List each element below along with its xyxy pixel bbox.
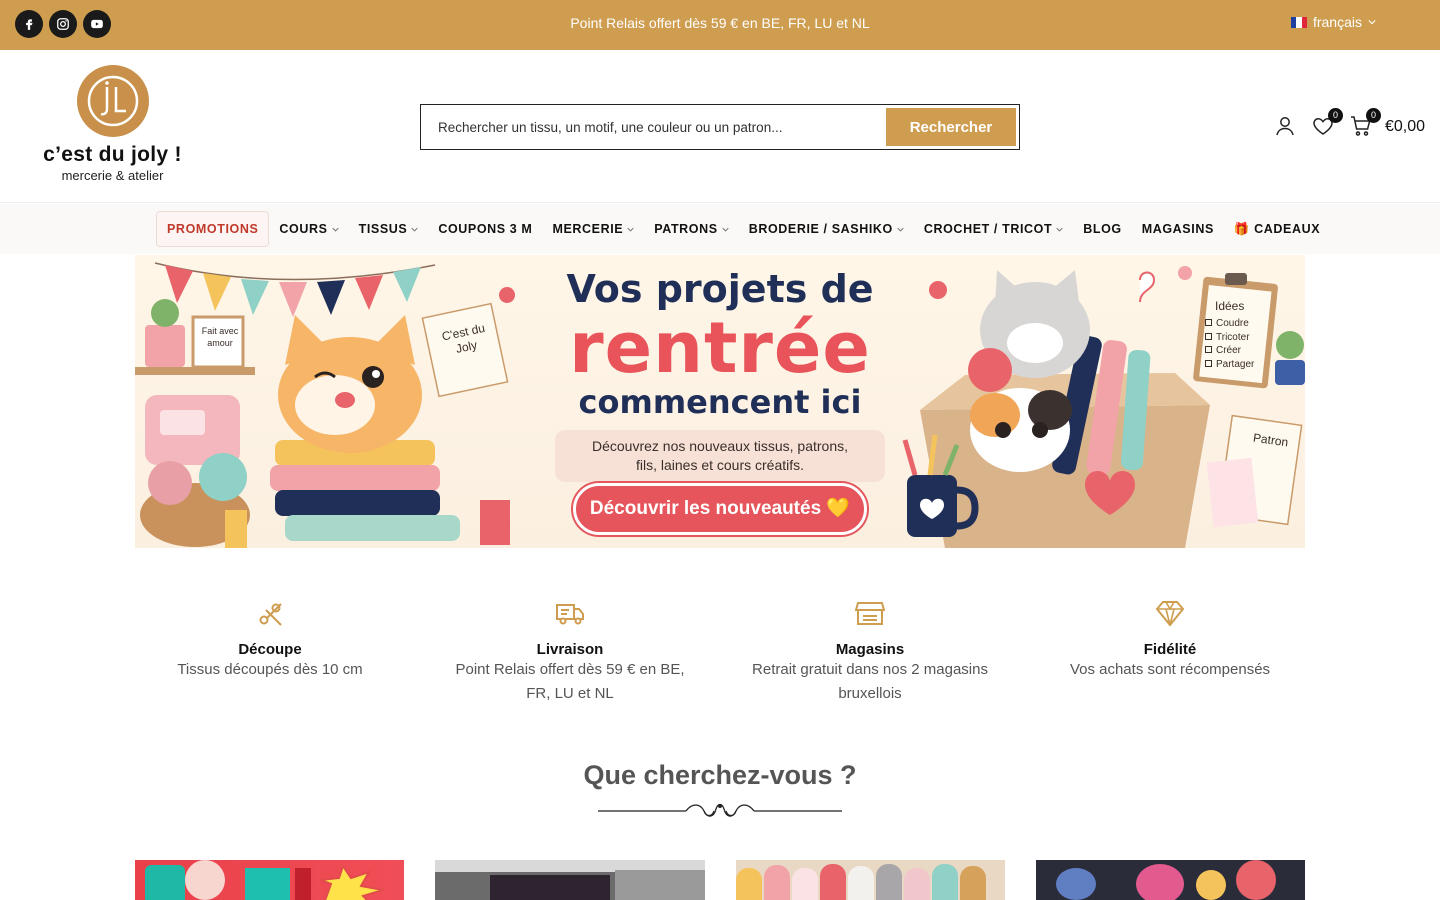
- nav-item-blog[interactable]: BLOG: [1073, 211, 1132, 247]
- announcement-text: Point Relais offert dès 59 € en BE, FR, …: [570, 15, 870, 31]
- feature-description: Retrait gratuit dans nos 2 magasins brux…: [752, 661, 988, 702]
- nav-item-label: TISSUS: [358, 222, 408, 236]
- category-tiles: [135, 860, 1305, 900]
- truck-icon: [556, 604, 584, 625]
- feature-scissors: Découpe Tissus découpés dès 10 cm: [120, 598, 420, 706]
- french-flag-icon: [1290, 16, 1307, 28]
- nav-item-crochet-tricot[interactable]: CROCHET / TRICOT: [914, 211, 1073, 247]
- clipboard-title: Idées: [1215, 299, 1245, 313]
- banner-title-line1: Vos projets de: [566, 267, 874, 311]
- nav-item-magasins[interactable]: MAGASINS: [1132, 211, 1224, 247]
- nav-item-patrons[interactable]: PATRONS: [644, 211, 738, 247]
- cart-total[interactable]: €0,00: [1385, 118, 1425, 136]
- brand-name: c’est du joly !: [43, 143, 182, 166]
- feature-description: Point Relais offert dès 59 € en BE, FR, …: [455, 661, 685, 702]
- section-title: Que cherchez-vous ?: [583, 760, 857, 790]
- chevron-down-icon: [1056, 227, 1063, 232]
- site-header: c’est du joly ! mercerie & atelier Reche…: [0, 50, 1440, 203]
- header-actions: 0 0 €0,00: [1261, 108, 1425, 140]
- chevron-down-icon: [411, 227, 418, 232]
- nav-item-cours[interactable]: COURS: [269, 211, 348, 247]
- announcement-bar: Point Relais offert dès 59 € en BE, FR, …: [0, 0, 1440, 50]
- banner-subtitle-line1: Découvrez nos nouveaux tissus, patrons,: [591, 438, 849, 454]
- category-tile-promotions[interactable]: [135, 860, 405, 900]
- checkbox-icon: [1205, 346, 1212, 353]
- nav-list: PROMOTIONS COURS TISSUS COUPONS 3 M MERCERIE…: [156, 211, 1330, 247]
- scissors-icon: [259, 603, 282, 626]
- feature-description: Vos achats sont récompensés: [1069, 661, 1271, 678]
- banner-subtitle: Découvrez nos nouveaux tissus, patrons, …: [555, 430, 885, 482]
- nav-item-broderie-sashiko[interactable]: BRODERIE / SASHIKO: [739, 211, 914, 247]
- chevron-down-icon: [331, 227, 339, 232]
- nav-item-cadeaux[interactable]: 🎁 CADEAUX: [1224, 211, 1330, 247]
- cart-button[interactable]: 0: [1349, 108, 1381, 140]
- language-label: français: [1312, 14, 1362, 30]
- logo-monogram-icon: [76, 65, 149, 137]
- chevron-down-icon: [897, 227, 904, 232]
- checkbox-icon: [1205, 359, 1212, 367]
- nav-item-label: MERCERIE: [552, 222, 624, 236]
- cart-count: 0: [1365, 108, 1381, 123]
- category-tile-fabrics[interactable]: [735, 860, 1005, 900]
- nav-item-tissus[interactable]: TISSUS: [349, 211, 429, 247]
- feature-title: Fidélité: [1143, 641, 1197, 658]
- clipboard-item-label: Partager: [1216, 358, 1255, 370]
- feature-description: Tissus découpés dès 10 cm: [177, 661, 363, 678]
- features-row: Découpe Tissus découpés dès 10 cm Livraiso…: [120, 598, 1320, 706]
- main-navigation: PROMOTIONS COURS TISSUS COUPONS 3 M MERCERIE…: [0, 204, 1440, 254]
- brand-subtitle: mercerie & atelier: [61, 168, 164, 183]
- nav-item-coupons-3-m[interactable]: COUPONS 3 M: [428, 211, 542, 247]
- nav-item-label: COUPONS 3 M: [438, 222, 533, 236]
- nav-item-promotions[interactable]: PROMOTIONS: [156, 211, 270, 247]
- nav-item-mercerie[interactable]: MERCERIE: [542, 211, 644, 247]
- clipboard-item-label: Coudre: [1216, 318, 1249, 329]
- clipboard-list: Coudre Tricoter Créer Partager: [1205, 317, 1254, 371]
- site-logo[interactable]: c’est du joly ! mercerie & atelier: [40, 65, 185, 183]
- chevron-down-icon: [627, 227, 634, 232]
- ornament-divider-icon: [598, 803, 842, 817]
- search-button[interactable]: Rechercher: [886, 108, 1016, 146]
- banner-cta-button[interactable]: Découvrir les nouveautés 💛: [573, 483, 867, 535]
- language-selector[interactable]: français: [1290, 14, 1376, 30]
- wishlist-count: 0: [1327, 108, 1343, 123]
- search-form: Rechercher: [420, 104, 1020, 150]
- nav-item-label: BRODERIE / SASHIKO: [748, 222, 893, 236]
- feature-store: Magasins Retrait gratuit dans nos 2 magas…: [720, 598, 1020, 706]
- banner-title-line3: commencent ici: [578, 383, 862, 421]
- clipboard-item: Partager: [1205, 358, 1254, 372]
- banner-subtitle-line2: fils, laines et cours créatifs.: [635, 457, 805, 473]
- clipboard-item: Créer: [1205, 344, 1254, 358]
- clipboard-item: Tricoter: [1205, 331, 1254, 345]
- hero-banner[interactable]: Vos projets de rentrée commencent ici Dé…: [135, 255, 1305, 548]
- feature-title: Découpe: [238, 641, 302, 658]
- diamond-icon: [1155, 601, 1185, 627]
- banner-note-left: Fait avec amour: [201, 326, 239, 348]
- clipboard-item-label: Créer: [1216, 345, 1242, 356]
- nav-item-label: COURS: [279, 222, 328, 236]
- feature-truck: Livraison Point Relais offert dès 59 € en…: [420, 598, 720, 706]
- checkbox-icon: [1205, 319, 1212, 326]
- chevron-down-icon: [1368, 20, 1376, 25]
- checkbox-icon: [1205, 332, 1212, 340]
- clipboard-item-label: Tricoter: [1216, 331, 1250, 343]
- feature-title: Magasins: [835, 641, 905, 658]
- chevron-down-icon: [722, 227, 729, 232]
- search-input[interactable]: [421, 105, 886, 149]
- category-tile-shop[interactable]: [435, 860, 705, 900]
- nav-item-label: BLOG: [1083, 222, 1122, 236]
- feature-title: Livraison: [536, 641, 604, 658]
- nav-item-label: MAGASINS: [1141, 222, 1214, 236]
- banner-title-line2: rentrée: [569, 307, 871, 389]
- user-icon: [1276, 117, 1294, 136]
- clipboard-item: Coudre: [1205, 317, 1254, 331]
- nav-item-label: PATRONS: [654, 222, 718, 236]
- store-icon: [854, 602, 886, 625]
- feature-diamond: Fidélité Vos achats sont récompensés: [1020, 598, 1320, 706]
- category-tile-coupons[interactable]: [1035, 860, 1305, 900]
- wishlist-button[interactable]: 0: [1311, 108, 1343, 140]
- nav-item-label: PROMOTIONS: [167, 222, 259, 236]
- account-button[interactable]: [1273, 114, 1299, 140]
- nav-item-label: CROCHET / TRICOT: [923, 222, 1053, 236]
- nav-item-label: 🎁 CADEAUX: [1233, 221, 1321, 236]
